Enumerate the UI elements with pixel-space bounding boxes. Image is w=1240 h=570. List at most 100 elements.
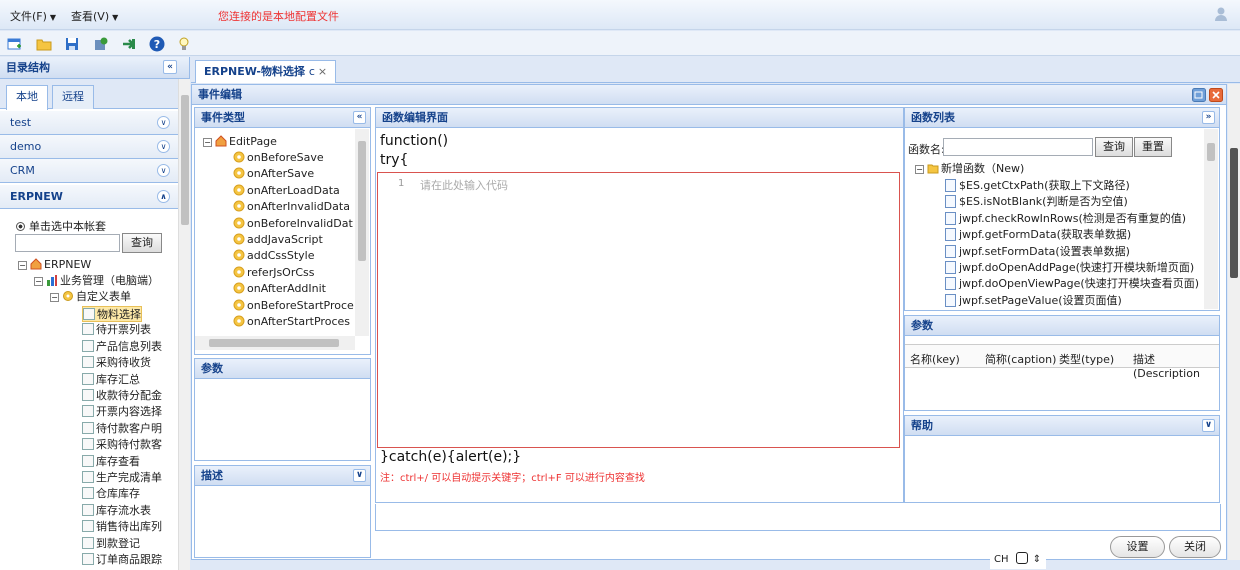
form-item[interactable]: 仓库库存 [82, 486, 140, 502]
accordion-demo[interactable]: demo ∨ [0, 135, 178, 159]
help-icon[interactable]: ? [149, 36, 165, 52]
restore-icon[interactable] [1192, 88, 1206, 102]
close-panel-icon[interactable] [1209, 88, 1223, 102]
form-item[interactable]: 库存查看 [82, 454, 140, 470]
collapse-event-types-button[interactable]: « [353, 111, 366, 124]
form-item[interactable]: 到款登记 [82, 536, 140, 552]
menu-file[interactable]: 文件(F) ▼ [10, 8, 56, 24]
form-item[interactable]: 待付款客户明 [82, 421, 162, 437]
scroll-thumb[interactable] [1230, 148, 1238, 278]
bulb-icon[interactable] [176, 36, 192, 52]
main-tab-bar: ERPNEW-物料选择 c × [191, 57, 1240, 83]
event-item[interactable]: onAfterStartProces [233, 314, 350, 330]
function-group-new[interactable]: − 新增函数（New) [915, 161, 1024, 177]
collapse-node-icon[interactable]: − [18, 261, 27, 270]
tab-remote[interactable]: 远程 [52, 85, 94, 109]
collapse-node-icon[interactable]: − [203, 138, 212, 147]
account-search-input[interactable] [15, 234, 120, 252]
form-item[interactable]: 开票内容选择 [82, 404, 162, 420]
line-number: 1 [398, 178, 405, 189]
tab-local[interactable]: 本地 [6, 85, 48, 110]
expand-help-button[interactable]: ∨ [1202, 419, 1215, 432]
collapse-node-icon[interactable]: − [50, 293, 59, 302]
form-item-label: 采购待付款客 [96, 438, 162, 452]
form-item[interactable]: 订单商品跟踪 [82, 552, 162, 568]
event-item[interactable]: addJavaScript [233, 232, 323, 248]
form-item[interactable]: 收款待分配金 [82, 388, 162, 404]
event-tree-root[interactable]: − EditPage [203, 134, 277, 150]
event-item[interactable]: onAfterSave [233, 166, 314, 182]
expand-description-button[interactable]: ∨ [353, 469, 366, 482]
form-item[interactable]: 库存流水表 [82, 503, 151, 519]
function-item[interactable]: jwpf.setFormData(设置表单数据) [945, 244, 1130, 260]
event-item[interactable]: onBeforeInvalidDat [233, 216, 353, 232]
account-search-button[interactable]: 查询 [122, 233, 162, 253]
save-icon[interactable] [64, 36, 80, 52]
close-button[interactable]: 关闭 [1169, 536, 1221, 558]
accordion-test[interactable]: test ∨ [0, 111, 178, 135]
form-item[interactable]: 销售待出库列 [82, 519, 162, 535]
tree-node-custom-form[interactable]: − 自定义表单 [50, 289, 131, 305]
chevron-double-down-icon: ∨ [157, 164, 170, 177]
ime-indicator[interactable]: CH ⇕ [990, 551, 1046, 569]
tree-node-root[interactable]: − ERPNEW [18, 257, 91, 273]
event-item[interactable]: addCssStyle [233, 248, 314, 264]
function-item[interactable]: jwpf.checkRowInRows(检测是否有重复的值) [945, 211, 1186, 227]
collapse-node-icon[interactable]: − [915, 165, 924, 174]
event-item[interactable]: referJsOrCss [233, 265, 315, 281]
function-item[interactable]: jwpf.doOpenViewPage(快速打开模块查看页面) [945, 276, 1199, 292]
form-item[interactable]: 生产完成清单 [82, 470, 162, 486]
form-item[interactable]: 物料选择 [82, 306, 142, 322]
code-editor[interactable]: 1 请在此处输入代码 [377, 172, 900, 448]
form-item[interactable]: 采购待付款客 [82, 437, 162, 453]
function-item[interactable]: jwpf.getFormData(获取表单数据) [945, 227, 1131, 243]
collapse-node-icon[interactable]: − [34, 277, 43, 286]
main-scrollbar[interactable] [1228, 84, 1240, 560]
event-item[interactable]: onAfterAddInit [233, 281, 326, 297]
event-scrollbar[interactable] [355, 129, 369, 336]
scroll-thumb[interactable] [358, 141, 366, 261]
settings-icon[interactable] [93, 36, 109, 52]
collapse-left-button[interactable]: « [163, 60, 177, 74]
event-item[interactable]: onAfterLoadData [233, 183, 340, 199]
event-item[interactable]: onBeforeStartProce [233, 298, 354, 314]
form-item[interactable]: 产品信息列表 [82, 339, 162, 355]
function-item[interactable]: $ES.isNotBlank(判断是否为空值) [945, 194, 1128, 210]
function-item[interactable]: $ES.getCtxPath(获取上下文路径) [945, 178, 1130, 194]
function-reset-button[interactable]: 重置 [1134, 137, 1172, 157]
settings-button[interactable]: 设置 [1110, 536, 1165, 558]
form-icon [82, 503, 94, 516]
function-name-input[interactable] [943, 138, 1093, 156]
select-account-radio[interactable]: 单击选中本帐套 [16, 218, 106, 234]
menu-view[interactable]: 查看(V) ▼ [71, 8, 118, 24]
menu-bar: 文件(F) ▼ 查看(V) ▼ 您连接的是本地配置文件 [0, 0, 1240, 30]
function-query-button[interactable]: 查询 [1095, 137, 1133, 157]
refresh-icon[interactable] [121, 36, 137, 52]
form-item[interactable]: 待开票列表 [82, 322, 151, 338]
editor-shortcut-note: 注：ctrl+/ 可以自动提示关键字；ctrl+F 可以进行内容查找 [380, 473, 645, 484]
event-hscrollbar[interactable] [195, 336, 355, 350]
event-item[interactable]: onBeforeSave [233, 150, 324, 166]
function-list-scrollbar[interactable] [1204, 129, 1218, 309]
function-item[interactable]: jwpf.setPageValue(设置页面值) [945, 293, 1122, 309]
form-icon [82, 438, 94, 451]
user-icon[interactable] [1214, 6, 1228, 22]
form-item[interactable]: 库存汇总 [82, 372, 140, 388]
left-scrollbar[interactable] [178, 79, 190, 570]
scroll-thumb[interactable] [209, 339, 339, 347]
event-item[interactable]: onAfterInvalidData [233, 199, 350, 215]
accordion-erpnew[interactable]: ERPNEW ∧ [0, 185, 178, 209]
function-item-label: jwpf.getFormData(获取表单数据) [959, 228, 1132, 242]
tree-node-business[interactable]: − 业务管理（电脑端） [34, 273, 159, 289]
new-icon[interactable] [6, 36, 22, 52]
form-item[interactable]: 采购待收货 [82, 355, 151, 371]
scroll-thumb[interactable] [1207, 143, 1215, 161]
expand-function-list-button[interactable]: » [1202, 111, 1215, 124]
tab-erpnew-material[interactable]: ERPNEW-物料选择 c × [195, 60, 337, 83]
close-icon[interactable]: × [318, 65, 327, 78]
function-item-label: jwpf.setPageValue(设置页面值) [959, 293, 1122, 307]
function-item[interactable]: jwpf.doOpenAddPage(快速打开模块新增页面) [945, 260, 1194, 276]
scroll-thumb[interactable] [181, 95, 189, 225]
open-folder-icon[interactable] [36, 36, 52, 52]
accordion-crm[interactable]: CRM ∨ [0, 159, 178, 183]
